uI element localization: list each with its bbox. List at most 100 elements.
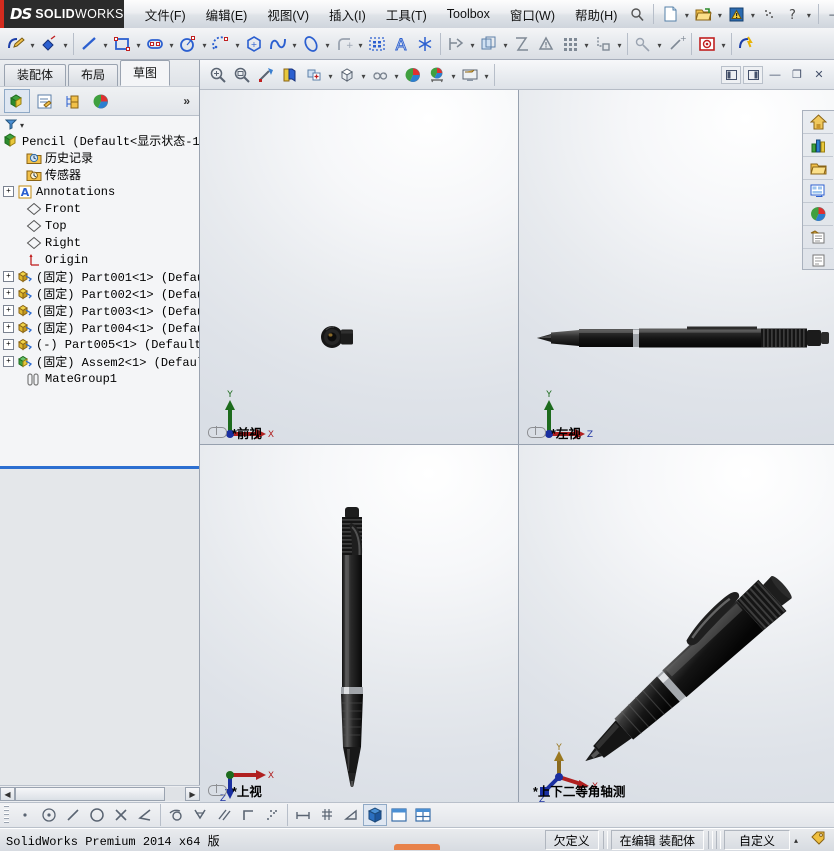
- shaded-view-icon[interactable]: [363, 804, 387, 826]
- mirror-entities-tool[interactable]: [510, 31, 534, 57]
- status-custom-caret-icon[interactable]: ▴: [794, 836, 798, 845]
- move-entities-tool[interactable]: [591, 31, 615, 57]
- angle-snap-icon[interactable]: [339, 804, 363, 826]
- linked-views-icon[interactable]: [208, 426, 227, 438]
- appearances-scenes-icon[interactable]: [803, 226, 833, 249]
- home-icon[interactable]: [803, 111, 833, 134]
- viewport-front-canvas[interactable]: Y X: [200, 90, 518, 444]
- zoom-to-area-icon[interactable]: [230, 62, 254, 88]
- minimize-window-button[interactable]: —: [824, 4, 834, 24]
- tab-sketch[interactable]: 草图: [120, 60, 171, 86]
- sketch-tool[interactable]: [4, 31, 28, 57]
- menu-tools[interactable]: 工具(T): [377, 1, 436, 28]
- edit-appearance-icon[interactable]: [401, 62, 425, 88]
- trim-entities-tool[interactable]: [365, 31, 389, 57]
- point-entity-icon[interactable]: [13, 804, 37, 826]
- horizontal-vertical-icon[interactable]: [236, 804, 260, 826]
- convert-entities-tool[interactable]: [444, 31, 468, 57]
- linked-views-icon[interactable]: [208, 784, 227, 796]
- tree-expander-icon[interactable]: +: [3, 356, 14, 367]
- tree-item-part002[interactable]: + (固定) Part002<1> (Defaul: [0, 285, 199, 302]
- length-snap-icon[interactable]: [291, 804, 315, 826]
- tangent-icon[interactable]: [164, 804, 188, 826]
- ellipse-tool[interactable]: [299, 31, 323, 57]
- tree-expander-icon[interactable]: +: [3, 339, 14, 350]
- scroll-right-arrow-icon[interactable]: ▶: [185, 787, 200, 801]
- design-library-icon[interactable]: [803, 157, 833, 180]
- resources-icon[interactable]: [803, 134, 833, 157]
- tree-item-part004[interactable]: + (固定) Part004<1> (Defaul: [0, 319, 199, 336]
- property-manager-tab[interactable]: [32, 89, 58, 113]
- tree-expander-icon[interactable]: +: [3, 186, 14, 197]
- new-document-caret-icon[interactable]: ▾: [682, 3, 691, 25]
- tree-expander-icon[interactable]: +: [3, 322, 14, 333]
- quick-snaps-tool[interactable]: +: [664, 31, 688, 57]
- viewport-left[interactable]: Y Z *左视: [519, 90, 834, 444]
- repair-sketch-tool[interactable]: [631, 31, 655, 57]
- menu-help[interactable]: 帮助(H): [566, 1, 626, 28]
- linked-views-icon[interactable]: [527, 426, 546, 438]
- search-icon[interactable]: [626, 3, 648, 25]
- menu-edit[interactable]: 编辑(E): [197, 1, 257, 28]
- status-custom[interactable]: 自定义: [723, 830, 790, 850]
- circle-entity-icon[interactable]: [85, 804, 109, 826]
- viewport-isometric[interactable]: Y X Z *上下二等角轴测: [519, 445, 834, 802]
- hscroll-track[interactable]: [15, 787, 185, 801]
- convert-caret-icon[interactable]: ▾: [468, 33, 477, 55]
- spline-caret-icon[interactable]: ▾: [290, 33, 299, 55]
- toolbar-grip[interactable]: [4, 805, 9, 825]
- hide-show-caret-icon[interactable]: ▾: [392, 64, 401, 86]
- display-style-caret-icon[interactable]: ▾: [359, 64, 368, 86]
- intersection-icon[interactable]: [109, 804, 133, 826]
- viewport-top-canvas[interactable]: X Z: [200, 445, 518, 802]
- offset-caret-icon[interactable]: ▾: [501, 33, 510, 55]
- options-icon[interactable]: [758, 3, 780, 25]
- fillet-caret-icon[interactable]: ▾: [356, 33, 365, 55]
- perpendicular-snap-icon[interactable]: [188, 804, 212, 826]
- close-doc-button[interactable]: ✕: [809, 66, 829, 84]
- custom-properties-icon[interactable]: [803, 249, 833, 271]
- display-style-icon[interactable]: [335, 62, 359, 88]
- feature-tree-scroll[interactable]: Pencil (Default<显示状态-1> 历史记录 传感器 + A Ann…: [0, 132, 199, 466]
- rectangle-caret-icon[interactable]: ▾: [134, 33, 143, 55]
- tree-expander-icon[interactable]: +: [3, 288, 14, 299]
- split-vertical-icon[interactable]: [721, 65, 741, 84]
- rapid-sketch-tool[interactable]: [735, 31, 759, 57]
- tree-item-front-plane[interactable]: Front: [0, 200, 199, 217]
- smart-dimension-caret-icon[interactable]: ▾: [61, 33, 70, 55]
- slot-tool[interactable]: [143, 31, 167, 57]
- configuration-manager-tab[interactable]: [60, 89, 86, 113]
- new-document-icon[interactable]: [659, 3, 681, 25]
- tree-item-part003[interactable]: + (固定) Part003<1> (Defaul: [0, 302, 199, 319]
- angle-icon[interactable]: [133, 804, 157, 826]
- tree-expander-icon[interactable]: +: [3, 305, 14, 316]
- viewport-front[interactable]: Y X *前视: [200, 90, 518, 444]
- tree-item-root[interactable]: Pencil (Default<显示状态-1>: [0, 132, 199, 149]
- tree-expander-icon[interactable]: +: [3, 271, 14, 282]
- nearest-icon[interactable]: [260, 804, 284, 826]
- manager-overflow-icon[interactable]: »: [183, 94, 195, 108]
- tree-item-mategroup1[interactable]: MateGroup1: [0, 370, 199, 387]
- filter-icon[interactable]: [4, 118, 18, 133]
- apply-scene-caret-icon[interactable]: ▾: [449, 64, 458, 86]
- tree-item-assem2[interactable]: + (固定) Assem2<1> (Default: [0, 353, 199, 370]
- tree-item-annotations[interactable]: + A Annotations: [0, 183, 199, 200]
- minimize-doc-button[interactable]: —: [765, 66, 785, 84]
- view-palette-icon[interactable]: [803, 203, 833, 226]
- line-tool[interactable]: [77, 31, 101, 57]
- line-entity-icon[interactable]: [61, 804, 85, 826]
- hide-show-items-icon[interactable]: [368, 62, 392, 88]
- menu-file[interactable]: 文件(F): [136, 1, 195, 28]
- sketch-caret-icon[interactable]: ▾: [28, 33, 37, 55]
- help-caret-icon[interactable]: ▾: [804, 3, 813, 25]
- arc-tool[interactable]: [209, 31, 233, 57]
- single-view-icon[interactable]: [387, 804, 411, 826]
- center-point-icon[interactable]: [37, 804, 61, 826]
- view-settings-caret-icon[interactable]: ▾: [482, 64, 491, 86]
- display-delete-relations-tool[interactable]: [534, 31, 558, 57]
- viewport-top[interactable]: X Z *上视: [200, 445, 518, 802]
- tree-item-part001[interactable]: + (固定) Part001<1> (Defaul: [0, 268, 199, 285]
- menu-insert[interactable]: 插入(I): [320, 1, 375, 28]
- feature-tree-hscrollbar[interactable]: ◀ ▶: [0, 785, 200, 802]
- apply-scene-icon[interactable]: [425, 62, 449, 88]
